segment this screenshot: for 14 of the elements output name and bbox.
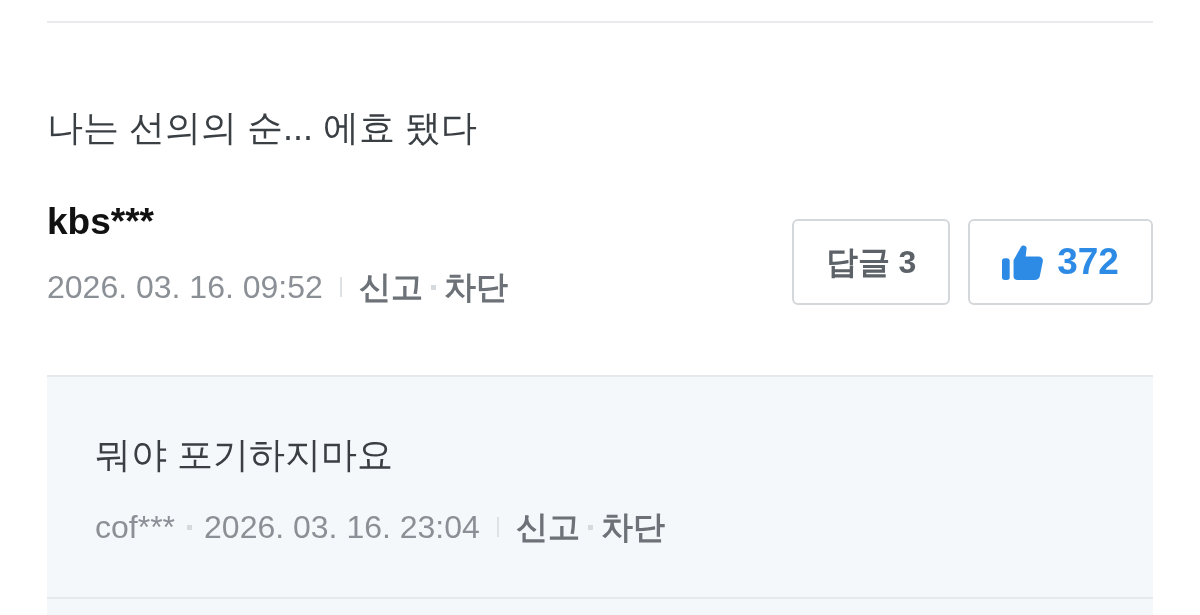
reply-button[interactable]: 답글 3 [792,219,950,305]
comment-text: 나는 선의의 순... 에효 됐다 [47,108,478,148]
block-link[interactable]: 차단 [600,509,665,545]
thumbs-up-icon [1002,244,1044,280]
block-link[interactable]: 차단 [443,269,508,305]
report-link[interactable]: 신고 [358,269,423,305]
comment-author: kbs*** [47,202,154,242]
comment-date: 2026. 03. 16. 09:52 [47,269,323,305]
report-link[interactable]: 신고 [515,509,580,545]
reply-text: 뭐야 포기하지마요 [95,435,394,475]
reply-date: 2026. 03. 16. 23:04 [204,509,480,545]
like-button[interactable]: 372 [968,219,1153,305]
reply-author: cof*** [95,509,176,545]
separator-bar-icon [339,277,342,297]
